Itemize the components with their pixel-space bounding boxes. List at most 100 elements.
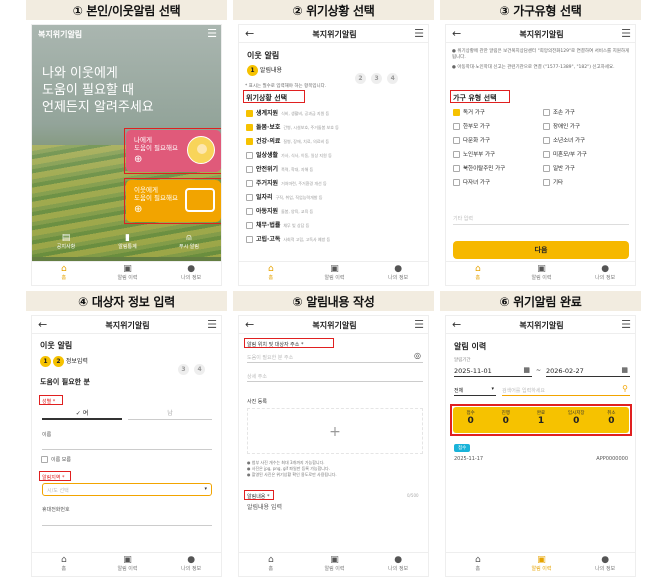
crisis-item[interactable]: 아동지원 돌봄, 양육, 교육 등 [246, 206, 426, 220]
gender-male-option[interactable]: 남 [128, 408, 212, 420]
phone-input[interactable] [42, 516, 212, 526]
checkbox[interactable] [543, 123, 550, 130]
crisis-screen: ← 복지위기알림 ☰ 이웃 알림 1 알림내용 2 3 4 * 표시는 필수로 입력… [238, 24, 429, 286]
quick-menu: ▤ 공지사항 ▮ 알림통계 ⍝ 푸시 알림 [38, 233, 217, 257]
checkbox[interactable] [246, 194, 253, 201]
checkbox[interactable] [246, 180, 253, 187]
checkbox[interactable] [543, 151, 550, 158]
crisis-item[interactable]: 고립·고독 사회적 고립, 고독사 예방 등 [246, 234, 426, 248]
checkbox[interactable] [246, 166, 253, 173]
crisis-item[interactable]: 일상생활 가사, 식사, 이동, 일상 지원 등 [246, 150, 426, 164]
household-item[interactable]: 장애인 가구 [543, 122, 633, 136]
start-date-input[interactable]: 2025-11-01 ▦ [454, 365, 532, 377]
household-item[interactable]: 조손 가구 [543, 108, 633, 122]
status-count[interactable]: 접수 0 [453, 407, 488, 433]
status-count[interactable]: 취소 0 [594, 407, 629, 433]
name-unknown-checkbox[interactable]: 이름 모름 [41, 456, 71, 463]
household-item[interactable]: 미혼모/부 가구 [543, 150, 633, 164]
nav-my[interactable]: ● 나의 정보 [573, 262, 635, 285]
checkbox[interactable] [543, 179, 550, 186]
nav-home[interactable]: ⌂ 홈 [446, 262, 510, 285]
notice-quick-button[interactable]: ▤ 공지사항 [38, 233, 94, 257]
crisis-item[interactable]: 안전위기 폭력, 학대, 자해 등 [246, 164, 426, 178]
etc-input[interactable]: 기타 입력 [453, 211, 629, 225]
history-row[interactable]: 2025-11-17 APP0000000 [454, 454, 632, 466]
nav-home[interactable]: ⌂ 홈 [32, 262, 96, 285]
checkbox[interactable] [543, 165, 550, 172]
checkbox[interactable] [246, 208, 253, 215]
content-screen: ← 복지위기알림 ☰ 알림 위치 및 대상자 주소 * 도움이 필요한 분 주소 ◎ … [238, 315, 429, 577]
nav-my[interactable]: ● 나의 정보 [366, 553, 428, 576]
checkbox[interactable] [246, 124, 253, 131]
crisis-item[interactable]: 돌봄·보호 간병, 시설보호, 주거돌봄 보호 등 [246, 122, 426, 136]
nav-my[interactable]: ● 나의 정보 [159, 553, 221, 576]
address-input[interactable]: 도움이 필요한 분 주소 ◎ [247, 351, 423, 363]
checkbox[interactable] [543, 137, 550, 144]
nav-history[interactable]: ▣ 알림 이력 [510, 553, 574, 576]
nav-home[interactable]: ⌂ 홈 [239, 262, 303, 285]
household-item[interactable]: 다자녀 가구 [453, 178, 543, 192]
checkbox[interactable] [453, 179, 460, 186]
crisis-item[interactable]: 건강·의료 질병, 장애, 치료, 의료비 등 [246, 136, 426, 150]
nav-home[interactable]: ⌂ 홈 [446, 553, 510, 576]
stats-quick-button[interactable]: ▮ 알림통계 [100, 233, 156, 257]
hamburger-menu-icon[interactable]: ☰ [621, 27, 631, 40]
panel-title: ⑤ 알림내용 작성 [233, 291, 434, 311]
checkbox[interactable] [246, 138, 253, 145]
nav-history[interactable]: ▣ 알림 이력 [96, 553, 160, 576]
next-button[interactable]: 다음 [453, 241, 629, 259]
hamburger-menu-icon[interactable]: ☰ [414, 318, 424, 331]
checkbox[interactable] [453, 151, 460, 158]
status-count[interactable]: 임시저장 0 [559, 407, 594, 433]
household-item[interactable]: 한부모 가구 [453, 122, 543, 136]
checkbox[interactable] [453, 109, 460, 116]
address-detail-input[interactable]: 상세 주소 [247, 370, 423, 382]
crisis-item[interactable]: 채무·법률 채무 빚 상담 등 [246, 220, 426, 234]
region-select[interactable]: 시/도 선택 ▾ [42, 483, 212, 496]
crisis-item[interactable]: 생계지원 식비, 생활비, 공과금 지원 등 [246, 108, 426, 122]
household-item[interactable]: 다문화 가구 [453, 136, 543, 150]
crisis-item[interactable]: 일자리 구직, 취업, 직업능력개발 등 [246, 192, 426, 206]
household-item[interactable]: 북한이탈주민 가구 [453, 164, 543, 178]
add-photo-button[interactable]: + [247, 408, 423, 454]
hamburger-menu-icon[interactable]: ☰ [621, 318, 631, 331]
hamburger-menu-icon[interactable]: ☰ [414, 27, 424, 40]
household-item[interactable]: 노인부부 가구 [453, 150, 543, 164]
hamburger-menu-icon[interactable]: ☰ [207, 27, 217, 40]
status-count[interactable]: 완료 1 [523, 407, 558, 433]
checkbox[interactable] [543, 109, 550, 116]
end-date-input[interactable]: 2026-02-27 ▦ [546, 365, 630, 377]
gender-female-option[interactable]: ✓ 여 [42, 408, 122, 420]
household-name: 한부모 가구 [463, 124, 491, 130]
household-item[interactable]: 일반 가구 [543, 164, 633, 178]
crisis-item[interactable]: 주거지원 거처마련, 주거환경 개선 등 [246, 178, 426, 192]
push-quick-button[interactable]: ⍝ 푸시 알림 [161, 233, 217, 257]
household-item[interactable]: 기타 [543, 178, 633, 192]
status-count[interactable]: 진행 0 [488, 407, 523, 433]
checkbox[interactable] [246, 222, 253, 229]
nav-history[interactable]: ▣ 알림 이력 [96, 262, 160, 285]
household-name: 소년소녀 가구 [553, 138, 586, 144]
checkbox[interactable] [246, 236, 253, 243]
search-input[interactable]: 검색어를 입력하세요 ⚲ [502, 384, 630, 396]
nav-my[interactable]: ● 나의 정보 [573, 553, 635, 576]
nav-history[interactable]: ▣ 알림 이력 [510, 262, 574, 285]
household-name: 다문화 가구 [463, 138, 491, 144]
household-item[interactable]: 소년소녀 가구 [543, 136, 633, 150]
status-filter-select[interactable]: 전체 ▾ [454, 384, 496, 396]
checkbox[interactable] [453, 137, 460, 144]
nav-history[interactable]: ▣ 알림 이력 [303, 553, 367, 576]
hamburger-menu-icon[interactable]: ☰ [207, 318, 217, 331]
name-input[interactable] [42, 440, 212, 450]
nav-my[interactable]: ● 나의 정보 [159, 262, 221, 285]
checkbox[interactable] [246, 110, 253, 117]
content-textarea[interactable]: 알림내용 입력 [247, 502, 423, 542]
nav-history[interactable]: ▣ 알림 이력 [303, 262, 367, 285]
checkbox[interactable] [453, 165, 460, 172]
nav-my[interactable]: ● 나의 정보 [366, 262, 428, 285]
household-item[interactable]: 독거 가구 [453, 108, 543, 122]
nav-home[interactable]: ⌂ 홈 [32, 553, 96, 576]
nav-home[interactable]: ⌂ 홈 [239, 553, 303, 576]
checkbox[interactable] [246, 152, 253, 159]
checkbox[interactable] [453, 123, 460, 130]
